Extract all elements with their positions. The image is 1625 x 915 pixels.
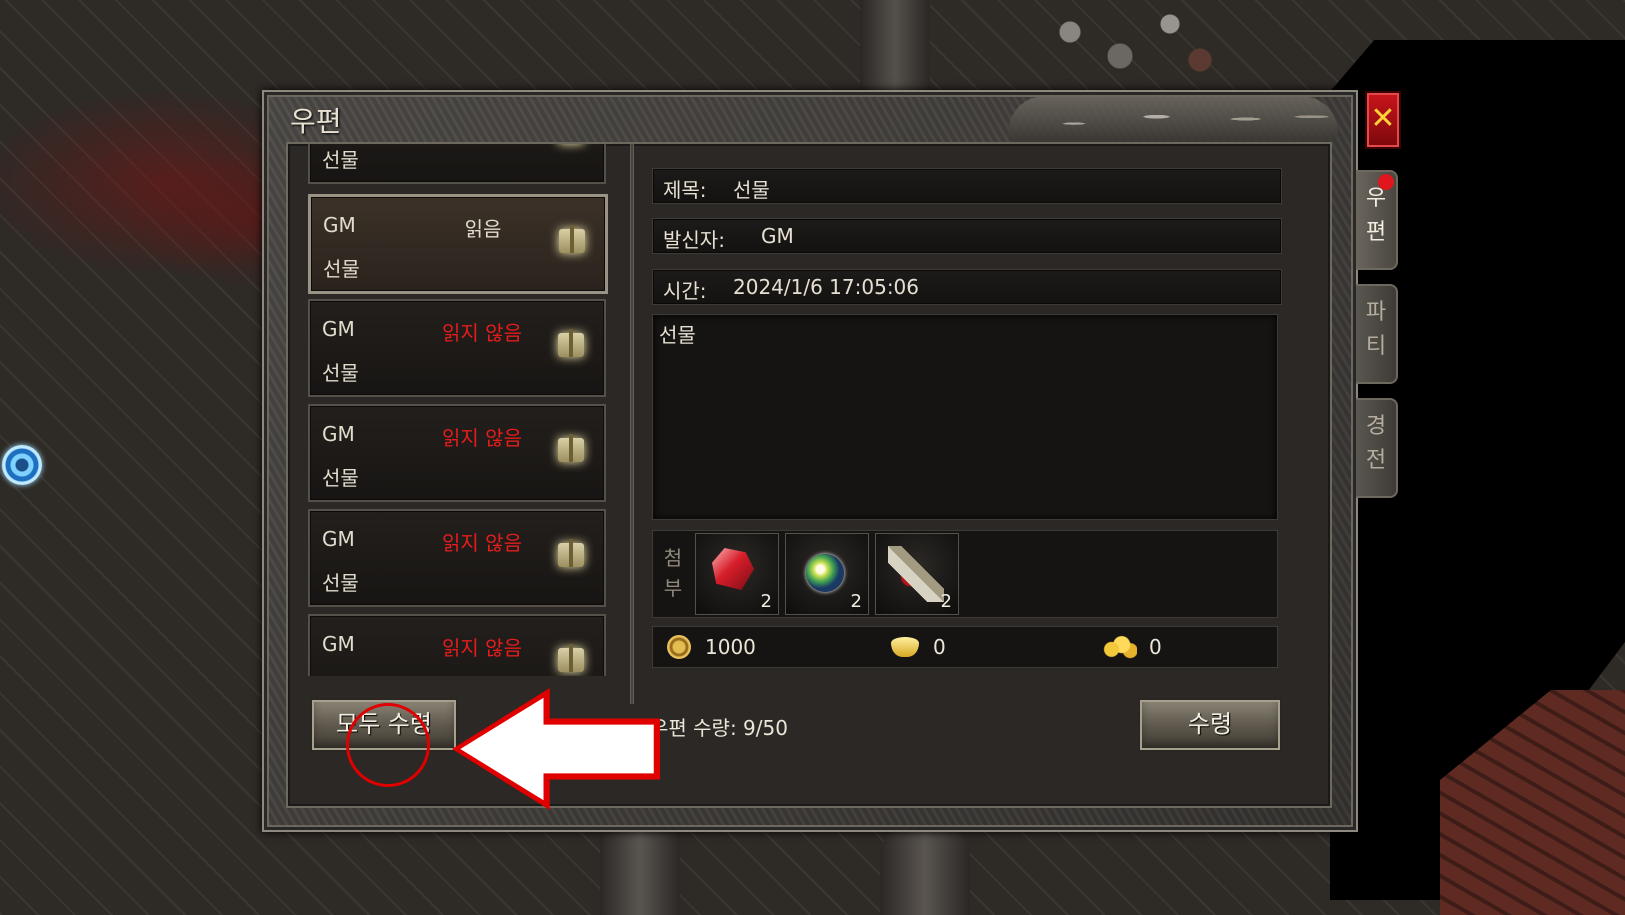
gold-coin-amount: 1000 — [705, 635, 756, 659]
red-crystal-icon — [712, 548, 754, 590]
gift-icon — [558, 329, 584, 357]
mail-list-item[interactable]: GM 읽지 않음 선물 — [308, 509, 606, 607]
mail-sender: GM — [322, 422, 355, 446]
mail-status: 읽지 않음 — [442, 531, 522, 555]
gold-coin-icon — [667, 635, 691, 659]
panel-divider — [630, 144, 634, 704]
gift-icon — [558, 539, 584, 567]
window-title: 우편 — [290, 105, 342, 138]
mail-list-item[interactable]: 선물 — [308, 144, 606, 184]
gift-icon — [558, 644, 584, 672]
item-count: 2 — [940, 591, 952, 612]
claim-button[interactable]: 수령 — [1138, 698, 1282, 752]
mail-sender: GM — [322, 317, 355, 341]
sender-label: 발신자: — [663, 228, 725, 252]
mail-list[interactable]: 선물 GM 읽음 선물 GM 읽지 않음 선물 GM 읽지 않음 선물 GM 읽… — [308, 144, 608, 676]
time-value: 2024/1/6 17:05:06 — [733, 275, 920, 299]
mail-subject: 선물 — [322, 571, 359, 595]
highlight-circle — [346, 703, 430, 787]
tab-party[interactable]: 파 티 — [1356, 284, 1398, 384]
mail-subject: 선물 — [322, 466, 359, 490]
item-count: 2 — [760, 591, 772, 612]
gold-nugget-amount: 0 — [1149, 635, 1162, 659]
subject-field: 제목: 선물 — [652, 168, 1282, 204]
scroll-icon — [888, 546, 944, 602]
mail-subject: 선물 — [323, 257, 360, 281]
close-icon: ✕ — [1370, 101, 1396, 136]
mail-window: 우편 선물 GM 읽음 선물 GM 읽지 않음 선물 GM 읽지 않음 선물 G… — [262, 90, 1358, 832]
attachment-slot[interactable]: 2 — [875, 533, 959, 615]
tab-mail[interactable]: 우 편 — [1356, 170, 1398, 270]
attachments-box: 첨 부 2 2 2 — [652, 530, 1278, 618]
item-count: 2 — [850, 591, 862, 612]
mail-subject: 선물 — [322, 148, 359, 172]
mail-status: 읽지 않음 — [442, 321, 522, 345]
mail-status: 읽지 않음 — [442, 636, 522, 660]
mail-sender: GM — [323, 213, 356, 237]
sender-field: 발신자: GM — [652, 218, 1282, 254]
time-field: 시간: 2024/1/6 17:05:06 — [652, 269, 1282, 305]
mail-body-text: 선물 — [659, 323, 696, 347]
mail-sender: GM — [322, 632, 355, 656]
mail-list-item[interactable]: GM 읽지 않음 선물 — [308, 299, 606, 397]
tab-label: 우 편 — [1365, 186, 1387, 245]
tab-scripture[interactable]: 경 전 — [1356, 398, 1398, 498]
subject-value: 선물 — [733, 178, 770, 202]
mail-count: 우편 수량: 9/50 — [650, 716, 788, 740]
tab-label: 파 티 — [1365, 300, 1387, 359]
mail-body: 선물 — [652, 314, 1278, 520]
mail-content-area: 선물 GM 읽음 선물 GM 읽지 않음 선물 GM 읽지 않음 선물 GM 읽… — [286, 142, 1332, 808]
mail-sender: GM — [322, 527, 355, 551]
mail-status: 읽음 — [464, 217, 502, 241]
gold-nugget-icon — [1103, 635, 1137, 659]
mail-list-item[interactable]: GM 읽지 않음 — [308, 614, 606, 676]
attachment-slot[interactable]: 2 — [695, 533, 779, 615]
green-orb-icon — [806, 554, 844, 592]
notification-badge — [1378, 174, 1394, 190]
gift-icon — [558, 434, 584, 462]
gift-icon — [559, 225, 585, 253]
rubble-decoration — [1030, 0, 1230, 80]
pillar-decoration — [880, 820, 970, 915]
currency-box: 1000 0 0 — [652, 626, 1278, 668]
portal-orb-icon[interactable] — [2, 445, 42, 485]
attachments-label: 첨 부 — [663, 546, 683, 600]
sender-value: GM — [761, 224, 794, 248]
close-button[interactable]: ✕ — [1365, 91, 1401, 149]
mail-subject: 선물 — [322, 361, 359, 385]
pillar-decoration — [860, 0, 930, 90]
mail-list-item[interactable]: GM 읽지 않음 선물 — [308, 404, 606, 502]
gold-ingot-amount: 0 — [933, 635, 946, 659]
subject-label: 제목: — [663, 178, 707, 202]
gold-ingot-icon — [891, 637, 919, 657]
dragon-ornament-icon — [1008, 96, 1338, 142]
mail-status: 읽지 않음 — [442, 426, 522, 450]
attachment-slot[interactable]: 2 — [785, 533, 869, 615]
time-label: 시간: — [663, 279, 707, 303]
mail-list-item[interactable]: GM 읽음 선물 — [308, 194, 608, 294]
tab-label: 경 전 — [1365, 414, 1387, 473]
